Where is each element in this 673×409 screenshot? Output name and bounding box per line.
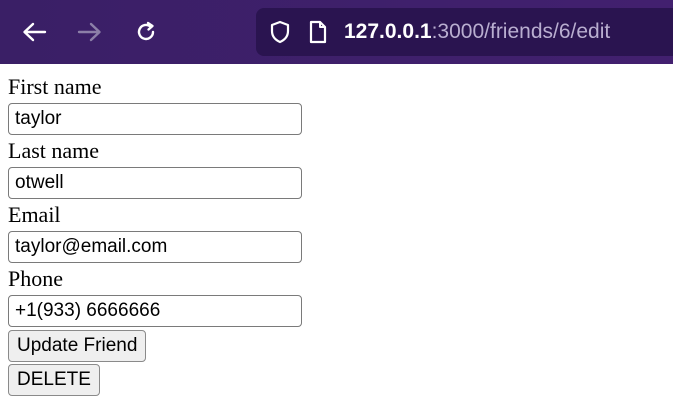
back-arrow-icon [23, 22, 47, 42]
url-text[interactable]: 127.0.0.1:3000/friends/6/edit [344, 20, 610, 44]
reload-icon [137, 21, 155, 41]
url-host: 127.0.0.1 [344, 20, 432, 43]
phone-input[interactable] [8, 295, 302, 327]
reload-button[interactable] [130, 16, 162, 48]
last-name-input[interactable] [8, 167, 302, 199]
browser-toolbar: 127.0.0.1:3000/friends/6/edit [0, 0, 673, 64]
forward-arrow-icon [77, 22, 101, 42]
shield-icon[interactable] [268, 20, 292, 44]
back-button[interactable] [18, 16, 50, 48]
update-friend-button[interactable]: Update Friend [8, 330, 147, 362]
first-name-label: First name [8, 74, 102, 99]
url-path: :3000/friends/6/edit [431, 20, 611, 43]
address-bar[interactable]: 127.0.0.1:3000/friends/6/edit [256, 8, 673, 56]
last-name-label: Last name [8, 138, 100, 163]
edit-friend-form: First name Last name Email Phone Update … [8, 74, 408, 398]
delete-button[interactable]: DELETE [8, 364, 100, 396]
forward-button[interactable] [74, 16, 106, 48]
page-icon[interactable] [306, 20, 330, 44]
email-label: Email [8, 202, 61, 227]
phone-label: Phone [8, 266, 63, 291]
email-input[interactable] [8, 231, 302, 263]
first-name-input[interactable] [8, 103, 302, 135]
